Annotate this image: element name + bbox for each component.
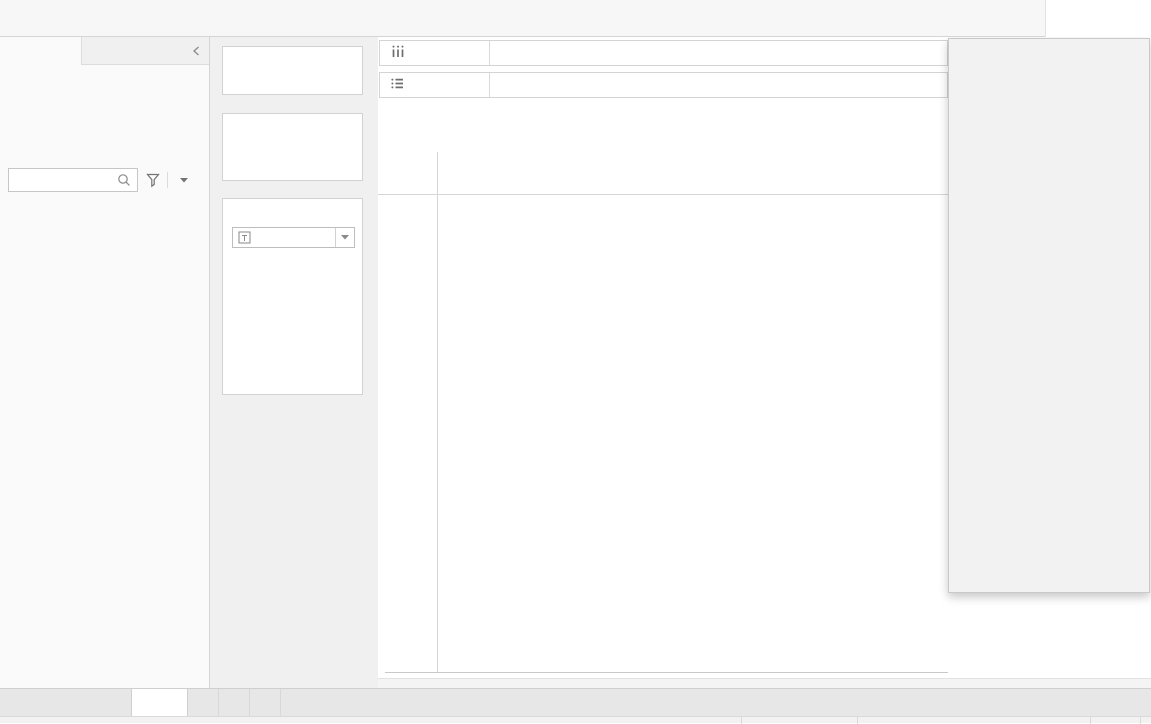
pages-shelf[interactable]	[222, 46, 363, 95]
chevron-down-icon	[335, 228, 354, 247]
mark-type-icon	[238, 231, 251, 244]
columns-shelf[interactable]	[379, 40, 948, 66]
new-story-button[interactable]	[250, 689, 281, 716]
tab-data-source[interactable]	[0, 689, 131, 716]
collapse-pane-icon[interactable]	[183, 37, 209, 64]
rows-icon	[391, 77, 405, 93]
columns-shelf-label	[380, 41, 490, 65]
sheet-canvas	[378, 37, 948, 678]
toolbar	[0, 0, 1151, 37]
data-pane	[0, 37, 210, 688]
mark-type-dropdown[interactable]	[232, 227, 355, 248]
new-dashboard-button[interactable]	[219, 689, 250, 716]
new-worksheet-tab-button[interactable]	[188, 689, 219, 716]
tab-data[interactable]	[0, 37, 82, 65]
tab-sheet-1[interactable]	[131, 689, 188, 716]
columns-icon	[391, 45, 405, 61]
divider	[167, 172, 168, 188]
filters-shelf[interactable]	[222, 113, 363, 181]
search-field[interactable]	[9, 173, 117, 187]
divider	[385, 672, 948, 673]
show-me-button[interactable]	[1045, 0, 1151, 37]
rows-shelf-label	[380, 73, 490, 97]
show-me-panel	[948, 38, 1150, 593]
rows-shelf[interactable]	[379, 72, 948, 98]
status-bar	[0, 716, 1151, 723]
filter-fields-icon[interactable]	[145, 172, 161, 188]
view-options-caret-icon[interactable]	[180, 178, 188, 183]
divider	[437, 152, 438, 672]
search-icon	[117, 173, 137, 187]
search-input[interactable]	[8, 168, 138, 192]
sheet-tab-bar	[0, 688, 1151, 716]
marks-card	[222, 198, 363, 395]
tab-analytics[interactable]	[82, 37, 164, 64]
divider	[378, 194, 948, 195]
horizontal-scrollbar[interactable]	[378, 678, 1151, 688]
data-pane-tabs	[0, 37, 209, 65]
data-pane-search-row	[8, 168, 188, 192]
cards-column	[210, 37, 378, 688]
